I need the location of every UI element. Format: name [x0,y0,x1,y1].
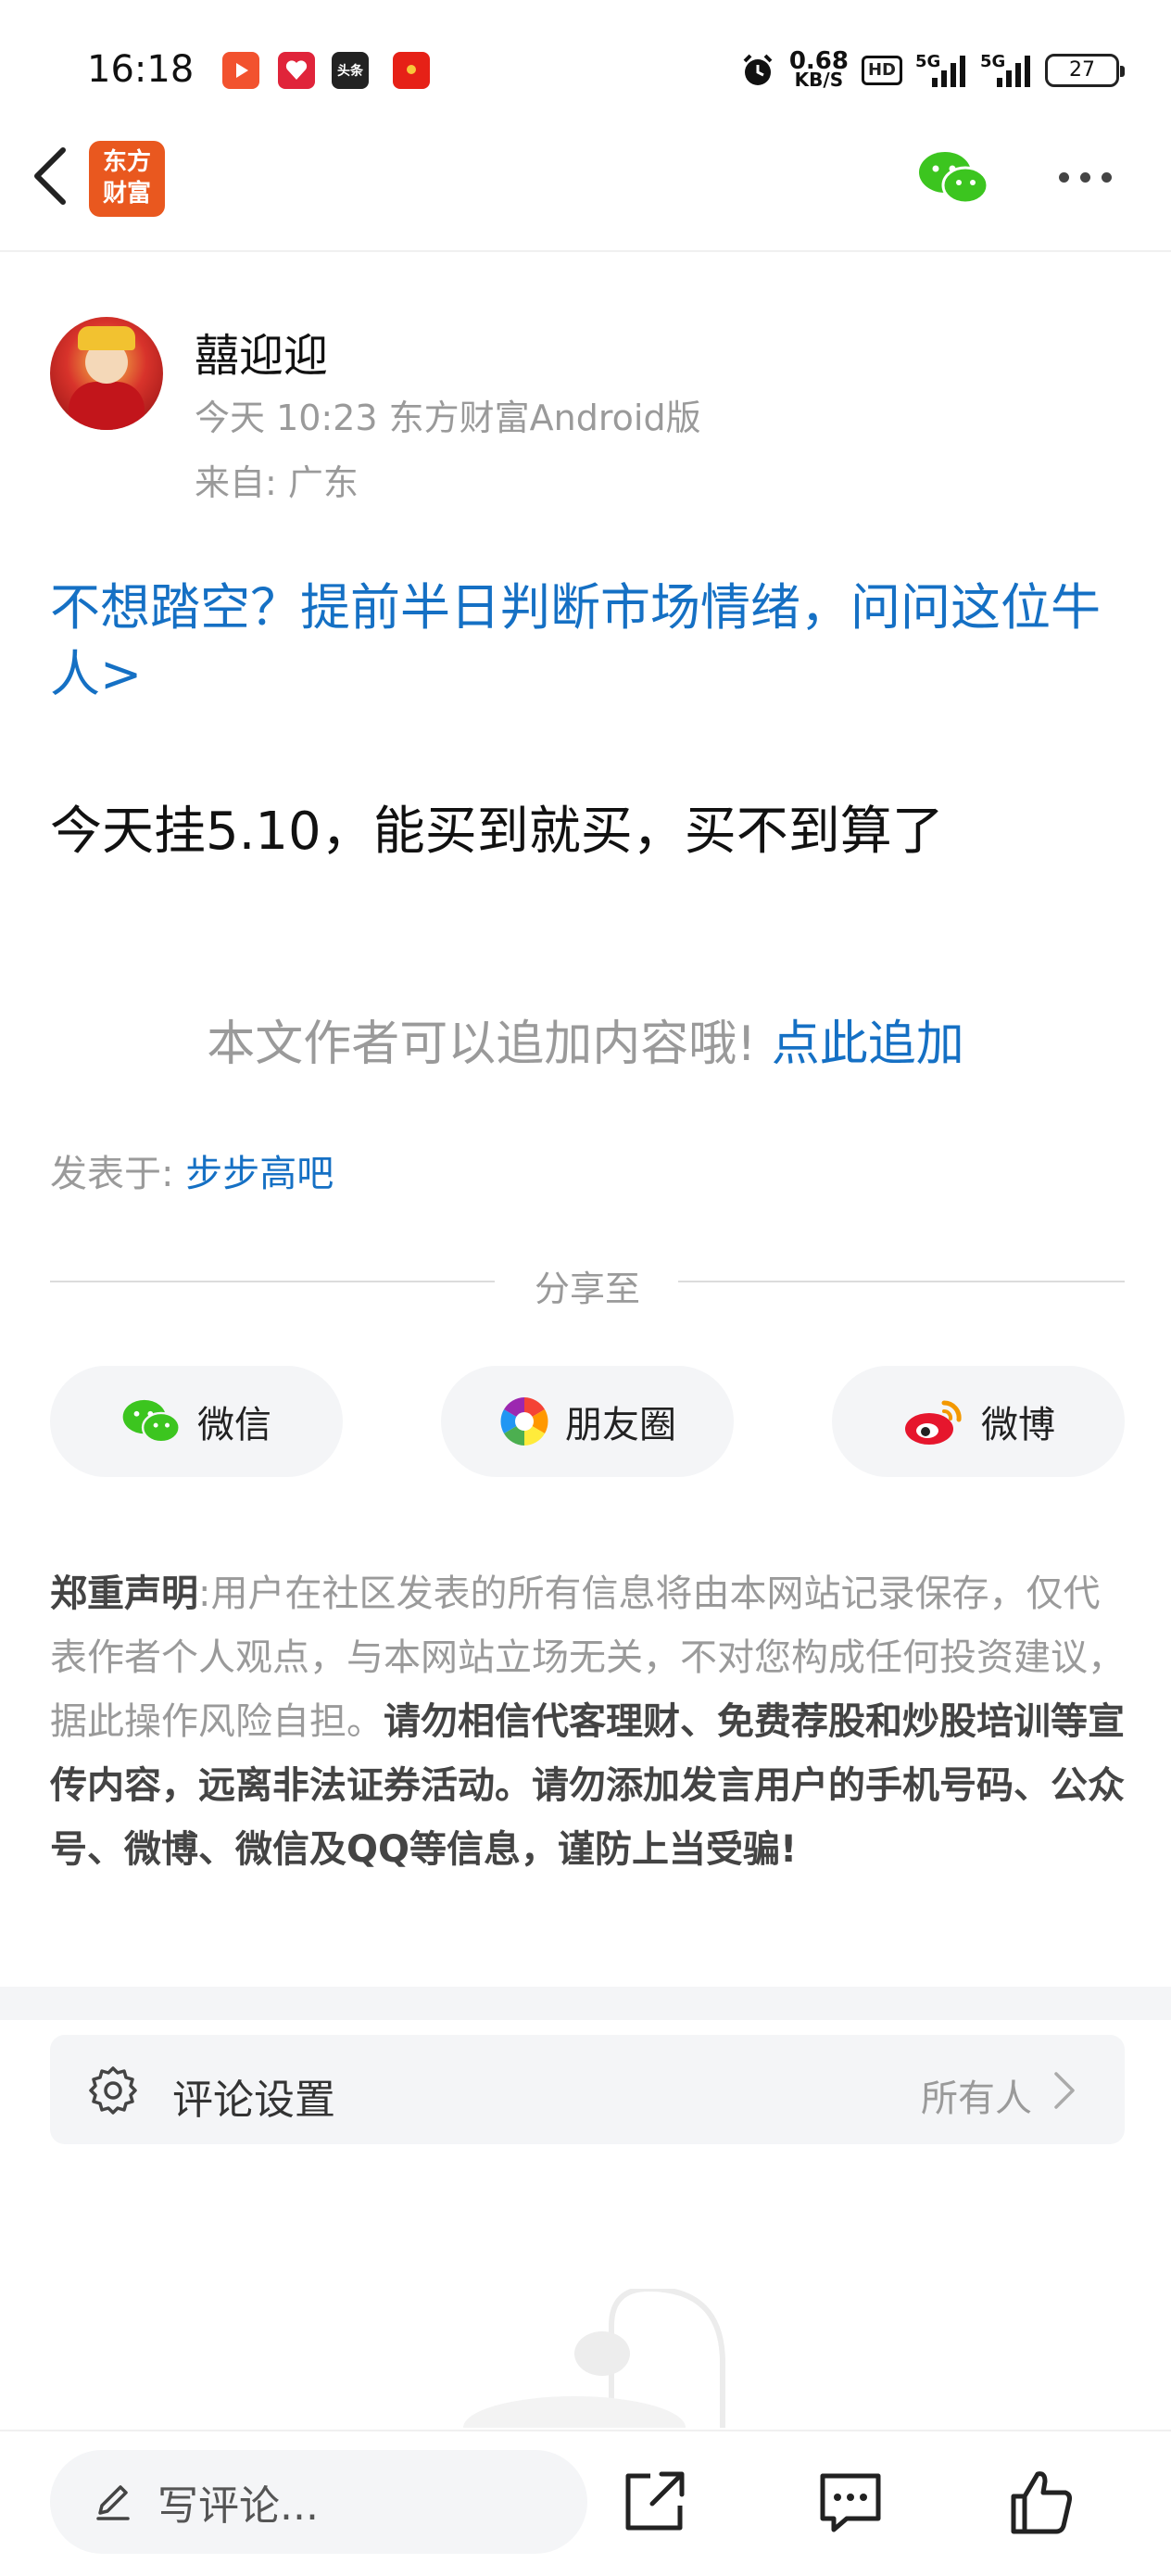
more-button[interactable] [1052,163,1117,191]
back-button[interactable] [22,139,78,213]
logo-text-line2: 财富 [102,180,151,208]
net-speed: 0.68 KB/S [788,47,849,91]
chevron-right-icon [1054,2072,1075,2109]
post-location: 来自: 广东 [195,462,359,503]
status-bar: 16:18 头条 0.68 KB/S HD 5G 5G 27 [0,0,1171,130]
status-indicators: 0.68 KB/S HD 5G 5G 27 [739,44,1125,96]
comment-settings-row[interactable]: 评论设置 所有人 [50,2035,1125,2144]
append-hint: 本文作者可以追加内容哦! [207,1017,757,1072]
pencil-icon [96,2485,130,2520]
shopping-app-icon [278,52,315,89]
author-name[interactable]: 囍迎迎 [195,319,328,384]
comment-icon[interactable] [815,2467,886,2537]
share-moments-label: 朋友圈 [565,1404,676,1446]
comment-settings-value: 所有人 [921,2077,1032,2120]
alarm-icon [743,54,773,85]
disclaimer-title: 郑重声明 [50,1572,198,1615]
hd-badge: HD [861,56,902,85]
share-divider: 分享至 [50,1260,1125,1309]
empty-state-illustration [463,2289,725,2428]
weibo-icon [905,1400,962,1445]
back-arrow-icon [34,147,66,205]
avatar[interactable] [50,317,163,430]
forum-label: 发表于: [50,1153,174,1195]
append-link[interactable]: 点此追加 [772,1017,964,1072]
eastmoney-logo[interactable]: 东方 财富 [89,141,165,217]
signal-icon: 5G [980,52,1032,89]
signal-icon: 5G [915,52,967,89]
share-weibo-button[interactable]: 微博 [832,1366,1125,1477]
share-wechat-label: 微信 [197,1404,271,1446]
post-meta: 今天 10:23 东方财富Android版 [195,398,701,438]
share-title: 分享至 [534,1269,640,1309]
wechat-share-button[interactable] [917,148,991,208]
wechat-icon [919,152,989,205]
share-wechat-button[interactable]: 微信 [50,1366,343,1477]
moments-icon [500,1397,548,1446]
logo-text-line1: 东方 [102,148,151,176]
share-icon[interactable] [619,2467,689,2537]
section-divider [0,1987,1171,2020]
disclaimer: 郑重声明:用户在社区发表的所有信息将由本网站记录保存，仅代表作者个人观点，与本网… [50,1572,1125,1871]
post-body: 今天挂5.10，能买到就买，买不到算了 [50,802,944,862]
toutiao-app-icon: 头条 [332,52,369,89]
forum-row: 发表于: 步步高吧 [50,1143,334,1197]
video-app-icon [222,52,259,89]
status-time: 16:18 [87,48,195,91]
share-moments-button[interactable]: 朋友圈 [441,1366,734,1477]
comment-placeholder: 写评论... [157,2482,319,2530]
comment-settings-label: 评论设置 [172,2077,335,2124]
battery-icon: 27 [1045,54,1125,87]
comment-input[interactable]: 写评论... [50,2450,587,2554]
redpacket-app-icon [393,52,430,89]
promo-link[interactable]: 不想踏空？提前半日判断市场情绪，问问这位牛人> [50,575,1125,708]
share-weibo-label: 微博 [981,1404,1055,1446]
gear-icon [89,2066,137,2115]
wechat-icon [122,1399,181,1444]
like-icon[interactable] [1006,2467,1077,2537]
append-content-row: 本文作者可以追加内容哦! 点此追加 [0,1004,1171,1074]
more-icon [1058,171,1069,183]
top-nav-bar [0,130,1171,252]
forum-link[interactable]: 步步高吧 [185,1153,334,1195]
